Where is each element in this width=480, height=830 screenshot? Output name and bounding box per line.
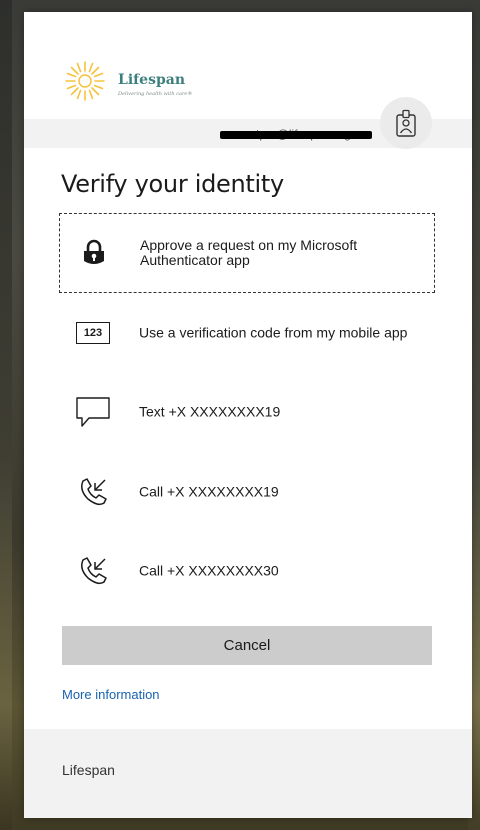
- option-label: Approve a request on my Microsoft Authen…: [140, 237, 358, 268]
- option-label: Call +X XXXXXXXX19: [139, 483, 279, 500]
- more-information-link[interactable]: More information: [62, 687, 160, 702]
- code-123-icon: 123: [73, 293, 113, 373]
- phone-call-icon: [73, 452, 113, 532]
- lifespan-logo: Lifespan Delivering health with care®: [62, 56, 202, 102]
- option-verification-code[interactable]: 123 Use a verification code from my mobi…: [59, 293, 435, 373]
- footer: Lifespan: [24, 729, 472, 818]
- code-123-text: 123: [76, 322, 110, 344]
- option-label: Call +X XXXXXXXX30: [139, 562, 279, 579]
- option-label: Use a verification code from my mobile a…: [139, 324, 408, 341]
- logo-name: Lifespan: [118, 72, 186, 88]
- id-badge-icon: [396, 109, 416, 137]
- redaction-bar: [220, 131, 372, 139]
- sun-logo-icon: [65, 61, 105, 101]
- phone-call-icon: [73, 531, 113, 611]
- cancel-button[interactable]: Cancel: [62, 626, 432, 665]
- option-call-19[interactable]: Call +X XXXXXXXX19: [59, 452, 435, 532]
- logo-tagline: Delivering health with care®: [118, 91, 193, 97]
- lock-icon: [74, 214, 114, 292]
- option-label: Text +X XXXXXXXX19: [139, 403, 281, 420]
- page-title: Verify your identity: [61, 170, 284, 198]
- option-call-30[interactable]: Call +X XXXXXXXX30: [59, 531, 435, 611]
- footer-label: Lifespan: [62, 762, 115, 778]
- verify-identity-dialog: Lifespan Delivering health with care® tp…: [24, 12, 472, 818]
- background-left: [0, 0, 12, 830]
- option-text-19[interactable]: Text +X XXXXXXXX19: [59, 372, 435, 452]
- speech-bubble-icon: [73, 372, 113, 452]
- account-badge: [380, 97, 432, 149]
- option-authenticator-approve[interactable]: Approve a request on my Microsoft Authen…: [59, 213, 435, 293]
